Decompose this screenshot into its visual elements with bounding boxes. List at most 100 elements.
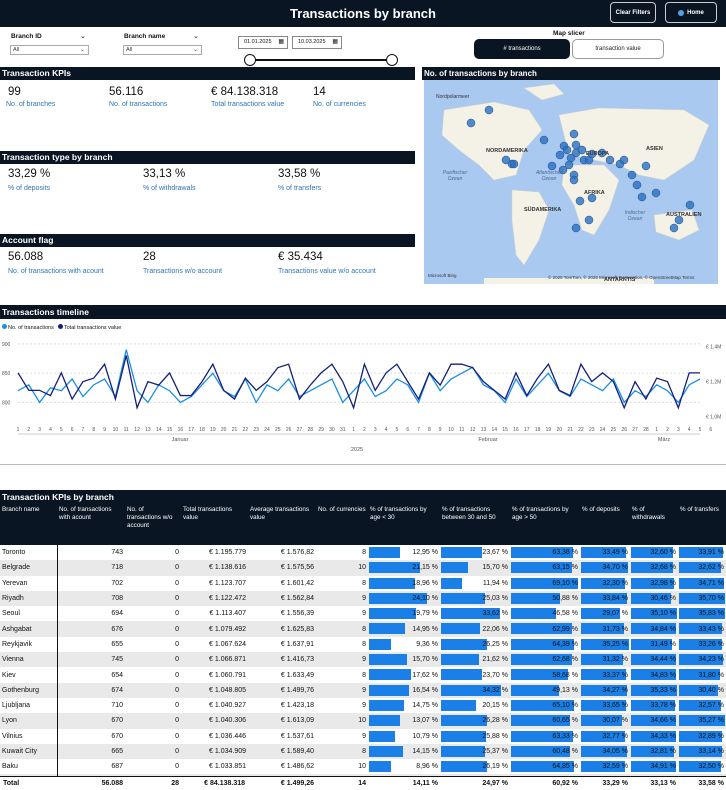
table-row[interactable]: Kuwait City 665 0 € 1.034.909 € 1.589,40 8 14,… [0,743,726,760]
column-header[interactable]: Total transactions value [181,504,248,545]
bar-cell: 33,91 % [678,545,726,560]
cell-value: 708 [57,590,125,607]
table-row[interactable]: Baku 687 0 € 1.033.851 € 1.486,62 10 8,96 % 26,… [0,759,726,775]
map-label-pazifik: Pazifischer Ozean [442,170,468,182]
map-bubble[interactable] [651,188,661,198]
table-row[interactable]: Kiev 654 0 € 1.060.791 € 1.633,49 8 17,62 % 23,… [0,667,726,683]
column-header[interactable]: % of withdrawals [630,504,678,545]
bar-cell: 65,10 % [510,698,580,713]
column-header[interactable]: % of transactions by age > 50 [510,504,580,545]
cell-value: 676 [57,621,125,637]
cell-value: 34,44 % [650,656,676,664]
chevron-down-icon[interactable]: ⌄ [80,32,86,40]
table-row[interactable]: Ljubljana 710 0 € 1.040.927 € 1.423,18 9 14,75… [0,697,726,714]
column-header[interactable]: No. of transactions with acount [57,504,125,545]
table-row[interactable]: Ashgabat 676 0 € 1.079.492 € 1.625,83 8 14,95 … [0,621,726,637]
map-bubble[interactable] [605,155,615,165]
date-to-input[interactable]: 10.03.2025 ▦ [292,36,342,49]
map-bubble[interactable] [555,150,565,160]
map-bubble[interactable] [619,155,629,165]
table-row[interactable]: Vienna 745 0 € 1.066.871 € 1.416,73 9 15,70 % 2… [0,652,726,668]
map-bubble[interactable] [566,153,576,163]
cell-value: € 1.195.779 [209,549,246,557]
table-row[interactable]: Belgrade 718 0 € 1.138.616 € 1.575,56 10 21,15… [0,560,726,576]
map-bubble[interactable] [571,223,581,233]
date-range-slider[interactable] [244,54,398,66]
home-button[interactable]: Home [665,2,717,23]
cell-value: 29,07 % [602,610,628,618]
calendar-icon[interactable]: ▦ [278,37,284,48]
cell-value: € 1.499,76 [248,682,316,698]
map-bubble[interactable] [627,170,637,180]
cell-value: 9 [362,702,366,710]
map-bubble[interactable] [547,161,557,171]
map-bubble[interactable] [466,118,476,128]
map-bubble[interactable] [685,200,695,210]
x-tick-label: 6 [71,427,74,433]
cell-value: € 1.416,73 [248,652,316,668]
slider-end-handle[interactable] [386,54,398,66]
cell-value: 25,88 % [482,732,508,740]
column-header[interactable]: No. of currencies [316,504,368,545]
column-header[interactable]: % of transactions by age < 30 [368,504,440,545]
map-bubble[interactable] [669,223,679,233]
map-transactions-button[interactable]: # transactions [474,39,570,59]
table-row[interactable]: Gothenburg 674 0 € 1.048.805 € 1.499,76 9 16,5… [0,682,726,698]
branch-id-select[interactable]: All ⌄ [10,45,89,55]
x-tick-label: 3 [677,427,680,433]
bar-cell: 34,05 % [580,743,630,760]
bar-cell: 33,49 % [580,545,630,560]
map-bubble[interactable] [509,159,519,169]
table-row[interactable]: Seoul 694 0 € 1.113.407 € 1.556,39 9 19,79 % 33… [0,606,726,622]
map-bubble[interactable] [484,105,494,115]
x-tick-label: 17 [188,427,194,433]
timeline-chart[interactable]: 900850800€ 1,4M€ 1,2M€ 1,0M1 2 3 4 5 6 7 8 9 10 11… [0,332,726,462]
bar-cell: 33,14 % [678,743,726,760]
map-bubble[interactable] [501,155,511,165]
branch-name-select[interactable]: All ⌄ [123,45,202,55]
date-from-input[interactable]: 01.01.2025 ▦ [238,36,288,49]
map-bubble[interactable] [577,145,587,155]
table-row[interactable]: Yerevan 702 0 € 1.123.707 € 1.601,42 8 18,96 %… [0,575,726,591]
map-bubble[interactable] [539,135,549,145]
cell-value: 35,33 % [650,686,676,694]
map-bubble[interactable] [637,192,647,202]
cell-value: 26,28 % [482,717,508,725]
x-tick-label: 7 [417,427,420,433]
table-row[interactable]: Reykjavik 655 0 € 1.067.624 € 1.637,91 8 9,36 … [0,636,726,653]
table-row[interactable]: Riyadh 708 0 € 1.122.472 € 1.562,84 9 24,10 % 2… [0,590,726,607]
bar-cell: 22,06 % [440,621,510,637]
totals-wd: 33,13 % [650,780,676,787]
table-row[interactable]: Toronto 743 0 € 1.195.779 € 1.576,82 8 12,95 %… [0,545,726,561]
slider-start-handle[interactable] [244,54,256,66]
branch-name-cell: Reykjavik [0,636,58,653]
bar-cell: 35,70 % [678,590,726,607]
table-row[interactable]: Vilnius 670 0 € 1.036.446 € 1.537,61 9 10,79 %… [0,728,726,744]
x-tick-label: 19 [210,427,216,433]
chevron-down-icon[interactable]: ⌄ [193,32,199,40]
bar-cell: 64,39 % [510,637,580,652]
branch-name-cell: Ljubljana [0,697,58,714]
map-bubble[interactable] [575,196,585,206]
map-bubble[interactable] [569,129,579,139]
map-bubble[interactable] [632,180,642,190]
bar-cell: 33,84 % [580,590,630,607]
map-value-button[interactable]: transaction value [572,39,664,59]
bar-cell: 49,13 % [510,682,580,698]
column-header[interactable]: % of transfers [678,504,726,545]
world-map[interactable]: Nordpolarmeer NORDAMERIKA EUROPA ASIEN A… [424,80,718,284]
y-tick-label: 850 [2,371,11,377]
map-bubble[interactable] [584,215,594,225]
column-header[interactable]: % of transactions between 30 and 50 [440,504,510,545]
column-header[interactable]: % of deposits [580,504,630,545]
map-bubble[interactable] [641,161,651,171]
map-bubble[interactable] [562,145,572,155]
column-header[interactable]: Average transactions value [248,504,316,545]
calendar-icon[interactable]: ▦ [332,37,338,48]
table-row[interactable]: Lyon 670 0 € 1.040.306 € 1.613,09 10 13,07 % 26… [0,713,726,729]
cell-value: 20,15 % [482,702,508,710]
column-header[interactable]: Branch name [0,504,57,545]
map-bubble[interactable] [569,175,579,185]
clear-filters-button[interactable]: Clear Filters [610,2,656,23]
column-header[interactable]: No. of transactions w/o account [125,504,181,545]
